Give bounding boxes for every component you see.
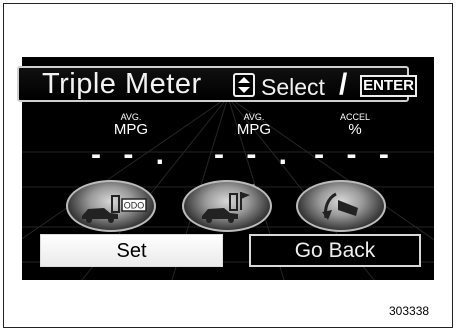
set-button[interactable]: Set <box>40 234 223 267</box>
enter-key-label: ENTER <box>360 75 417 97</box>
go-back-button[interactable]: Go Back <box>249 234 421 267</box>
car-fuel-flag-icon[interactable] <box>182 180 272 232</box>
figure-number: 303338 <box>389 304 430 318</box>
accelerator-pedal-icon[interactable] <box>296 180 386 232</box>
screen-title: Triple Meter <box>42 68 202 100</box>
up-down-select-icon <box>233 73 255 97</box>
meter-1-label: MPG <box>113 121 149 138</box>
odo-icon-text: ODO <box>124 201 145 211</box>
car-fuel-odo-icon[interactable]: ODO <box>66 180 156 232</box>
select-label: Select <box>261 74 325 100</box>
slash-separator: / <box>339 68 348 101</box>
meter-2-label: MPG <box>236 121 272 138</box>
meter-3-label: % <box>348 121 362 138</box>
meter-3-value: - - - <box>314 138 396 171</box>
